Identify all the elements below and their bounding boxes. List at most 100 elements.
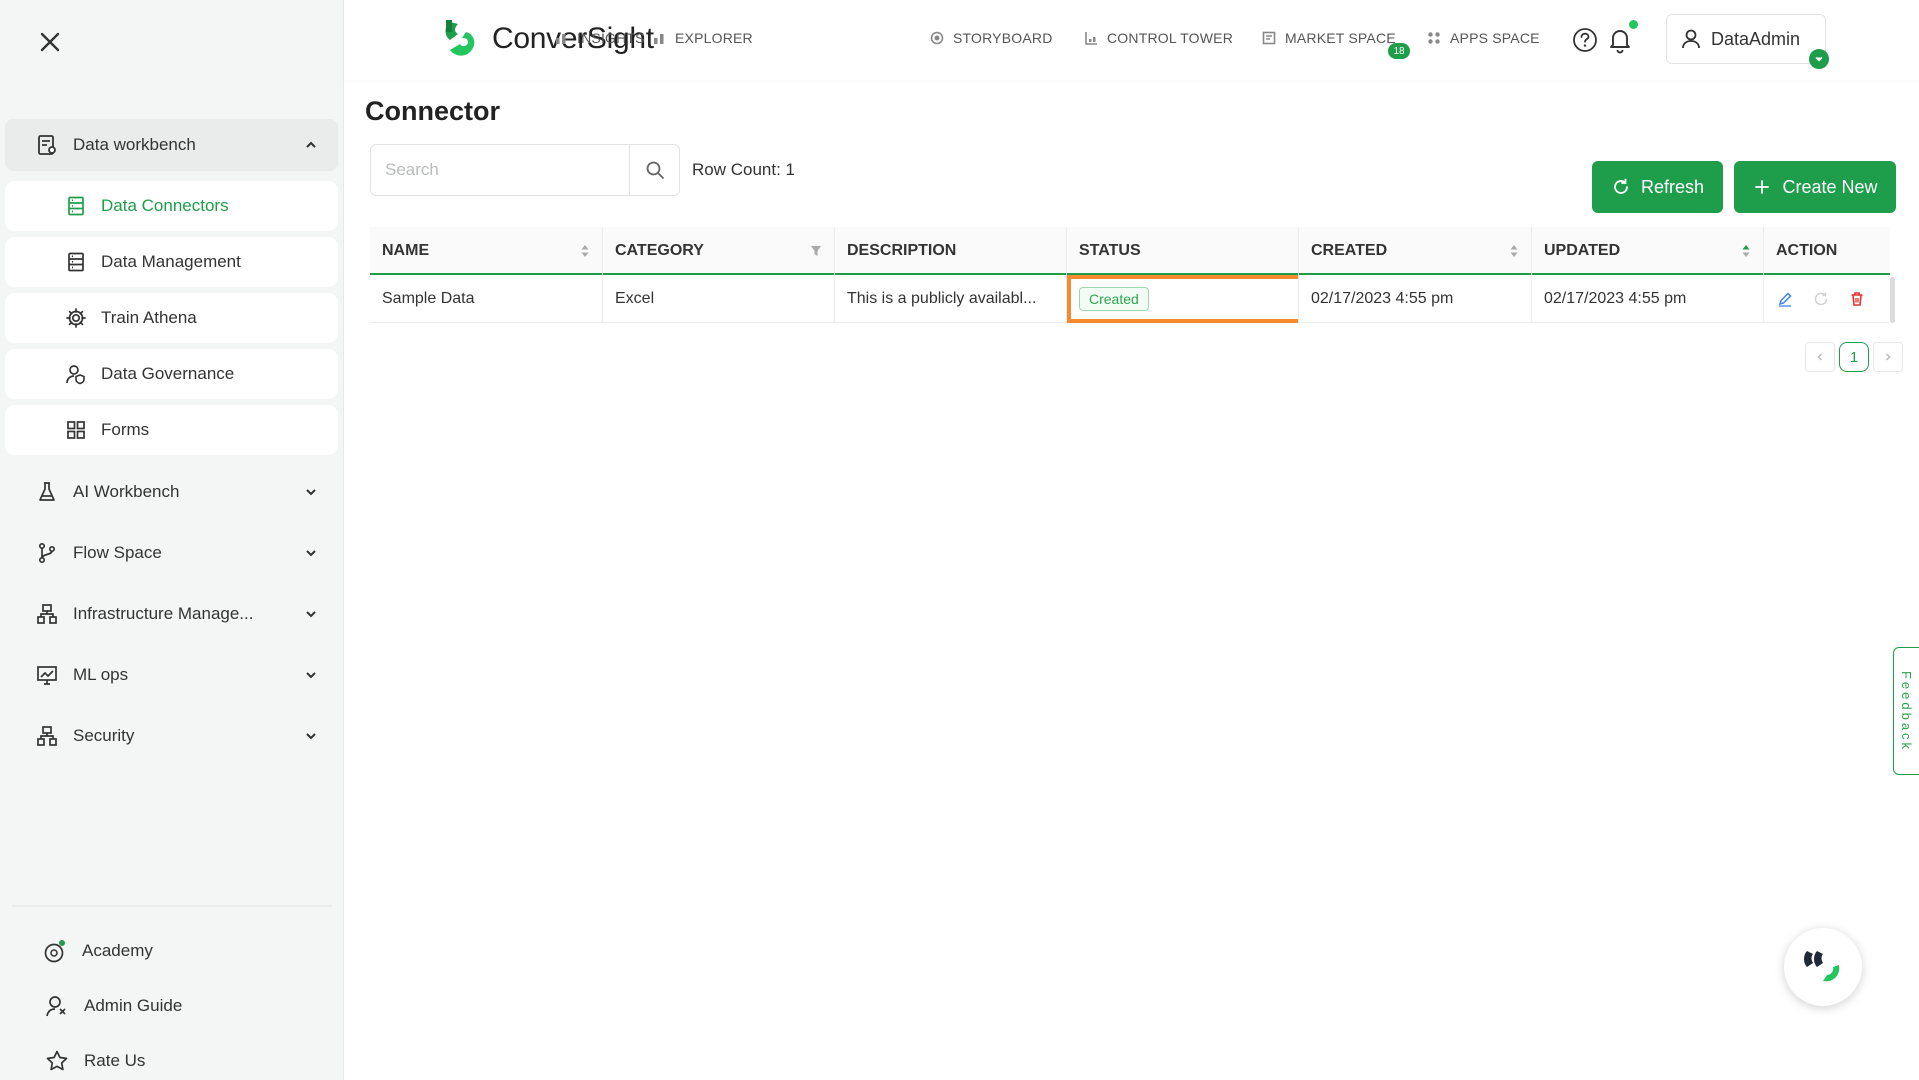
sort-icon[interactable] — [580, 243, 590, 259]
top-header: ConverSight INSIGHTS EXPLORER STORYBOARD… — [344, 0, 1919, 80]
sidebar-item-ml-ops[interactable]: ML ops — [5, 649, 338, 701]
table-row[interactable]: Sample Data Excel This is a publicly ava… — [370, 275, 1890, 323]
cell-name: Sample Data — [370, 275, 603, 323]
user-dropdown-caret[interactable] — [1809, 49, 1829, 69]
sidebar-item-flow-space[interactable]: Flow Space — [5, 527, 338, 579]
sidebar-item-data-connectors[interactable]: Data Connectors — [5, 181, 338, 231]
table-header: NAME CATEGORY DESCRIPTION STATUS CREATED… — [370, 227, 1890, 275]
conversight-logo-icon — [445, 20, 475, 56]
column-header-updated[interactable]: UPDATED — [1532, 227, 1764, 275]
bar-chart-icon — [554, 31, 568, 45]
storyboard-icon — [930, 31, 944, 45]
close-sidebar-button[interactable] — [36, 28, 64, 56]
sidebar-item-label: Forms — [101, 420, 150, 439]
sidebar-item-forms[interactable]: Forms — [5, 405, 338, 455]
sidebar-item-label: Security — [73, 726, 135, 745]
filter-icon[interactable] — [810, 243, 822, 259]
grid-icon — [65, 419, 87, 441]
cell-updated: 02/17/2023 4:55 pm — [1532, 275, 1764, 323]
admin-guide-label: Admin Guide — [84, 996, 183, 1015]
nav-insights[interactable]: INSIGHTS — [554, 30, 645, 46]
sidebar-item-data-governance[interactable]: Data Governance — [5, 349, 338, 399]
cell-status: Created — [1067, 275, 1299, 323]
rate-us-link[interactable]: Rate Us — [44, 1048, 145, 1074]
pagination: 1 — [1805, 342, 1903, 372]
bell-icon[interactable] — [1606, 26, 1634, 54]
flask-icon — [35, 480, 59, 504]
chevron-down-icon — [306, 672, 316, 679]
chat-assistant-button[interactable] — [1784, 928, 1862, 1006]
nav-market-space[interactable]: MARKET SPACE — [1262, 30, 1396, 46]
connectors-table: NAME CATEGORY DESCRIPTION STATUS CREATED… — [370, 227, 1890, 323]
academy-link[interactable]: Academy — [42, 938, 153, 964]
feedback-tab[interactable]: Feedback — [1893, 647, 1919, 775]
nav-control-tower[interactable]: CONTROL TOWER — [1084, 30, 1233, 46]
column-header-name[interactable]: NAME — [370, 227, 603, 275]
plus-icon — [1752, 177, 1772, 197]
sidebar-item-ai-workbench[interactable]: AI Workbench — [5, 466, 338, 518]
sidebar-item-label: Infrastructure Manage... — [73, 604, 254, 623]
sidebar-item-label: Data Governance — [101, 364, 235, 383]
chevron-down-icon — [1815, 56, 1823, 62]
page-number[interactable]: 1 — [1839, 342, 1869, 372]
search-button[interactable] — [629, 145, 679, 195]
sidebar-item-infrastructure[interactable]: Infrastructure Manage... — [5, 588, 338, 640]
sidebar-item-data-workbench[interactable]: Data workbench — [5, 119, 338, 171]
sidebar-item-label: Train Athena — [101, 308, 197, 327]
column-header-description: DESCRIPTION — [835, 227, 1067, 275]
nav-label: EXPLORER — [675, 30, 753, 46]
admin-guide-link[interactable]: Admin Guide — [44, 993, 182, 1019]
sort-icon[interactable] — [1509, 243, 1519, 259]
status-badge: Created — [1079, 287, 1149, 311]
nav-explorer[interactable]: EXPLORER — [652, 30, 753, 46]
close-icon — [40, 32, 60, 52]
column-header-action: ACTION — [1764, 227, 1890, 275]
database-icon — [65, 251, 87, 273]
notification-dot — [1629, 20, 1638, 29]
app-root: Data workbench Data Connectors Data Mana… — [0, 0, 1919, 1080]
market-space-icon — [1262, 31, 1276, 45]
sidebar-item-label: Data Connectors — [101, 196, 229, 215]
column-label: UPDATED — [1544, 242, 1621, 259]
column-label: ACTION — [1776, 242, 1838, 259]
table-body: Sample Data Excel This is a publicly ava… — [370, 275, 1890, 323]
nav-apps-space[interactable]: APPS SPACE — [1427, 30, 1540, 46]
edit-icon[interactable] — [1776, 290, 1794, 308]
search-icon — [646, 161, 664, 179]
gear-icon — [65, 307, 87, 329]
next-page-button[interactable] — [1873, 342, 1903, 372]
nav-storyboard[interactable]: STORYBOARD — [930, 30, 1053, 46]
user-shield-icon — [65, 363, 87, 385]
refresh-label: Refresh — [1640, 176, 1705, 197]
delete-icon[interactable] — [1848, 290, 1866, 308]
prev-page-button[interactable] — [1805, 342, 1835, 372]
column-header-created[interactable]: CREATED — [1299, 227, 1532, 275]
table-scrollbar[interactable] — [1890, 277, 1895, 323]
column-header-status: STATUS — [1067, 227, 1299, 275]
sort-ascending-icon[interactable] — [1741, 243, 1751, 259]
star-icon — [44, 1048, 70, 1074]
sidebar-item-security[interactable]: Security — [5, 710, 338, 762]
help-icon[interactable] — [1572, 27, 1598, 53]
refresh-button[interactable]: Refresh — [1592, 161, 1723, 213]
cell-category: Excel — [603, 275, 835, 323]
nav-label: INSIGHTS — [577, 30, 645, 46]
chevron-down-icon — [306, 611, 316, 618]
create-new-button[interactable]: Create New — [1734, 161, 1896, 213]
column-header-category[interactable]: CATEGORY — [603, 227, 835, 275]
sidebar: Data workbench Data Connectors Data Mana… — [0, 0, 344, 1080]
sidebar-divider — [12, 905, 332, 907]
reload-icon[interactable] — [1812, 290, 1830, 308]
user-name: DataAdmin — [1711, 28, 1801, 49]
sidebar-item-train-athena[interactable]: Train Athena — [5, 293, 338, 343]
column-label: NAME — [382, 242, 430, 259]
search-input[interactable] — [371, 145, 629, 195]
rate-us-label: Rate Us — [84, 1051, 146, 1070]
admin-guide-icon — [44, 993, 70, 1019]
academy-label: Academy — [82, 941, 153, 960]
user-menu-button[interactable]: DataAdmin — [1666, 14, 1826, 64]
chevron-down-icon — [306, 733, 316, 740]
sidebar-item-data-management[interactable]: Data Management — [5, 237, 338, 287]
nav-label: CONTROL TOWER — [1107, 30, 1234, 46]
academy-icon — [42, 938, 68, 964]
